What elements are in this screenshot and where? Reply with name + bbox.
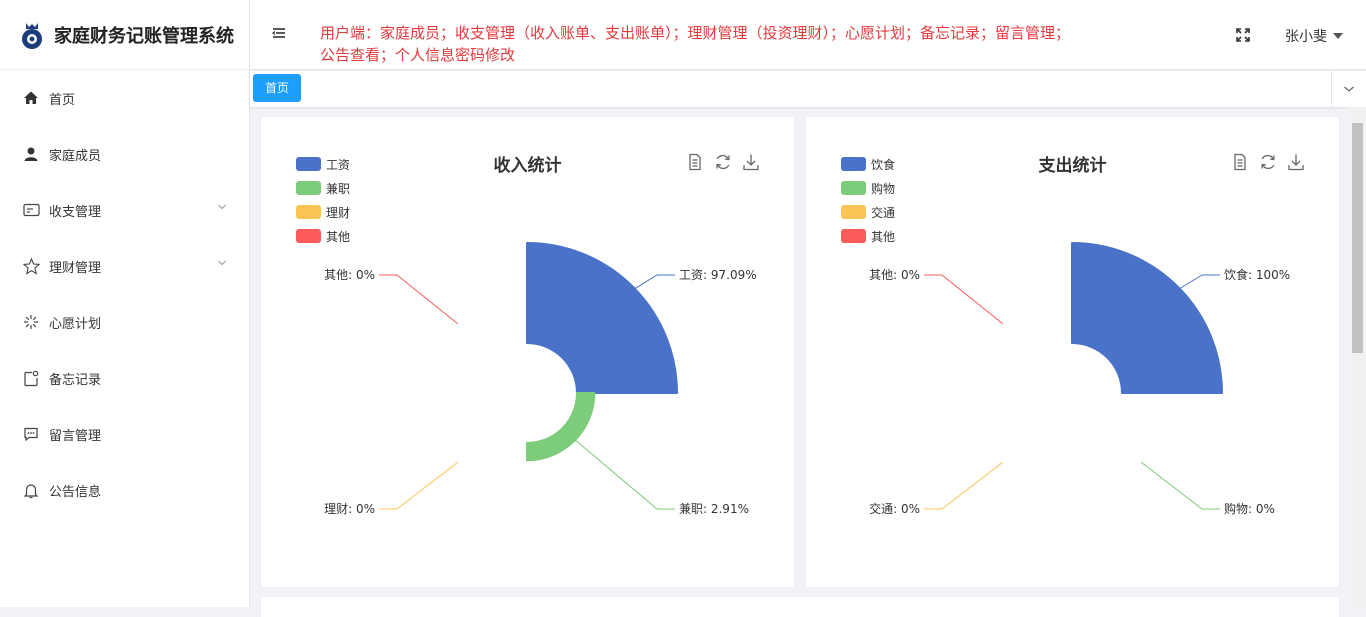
bell-icon: [22, 481, 40, 499]
sidebar-item-label: 留言管理: [49, 428, 102, 444]
legend-swatch: [296, 181, 321, 195]
wallet-icon: [22, 201, 40, 219]
sidebar-item-label: 备忘记录: [49, 372, 102, 388]
label-line: [924, 461, 1004, 510]
sidebar-item-label: 首页: [49, 92, 76, 108]
legend-label: 其他: [326, 229, 351, 244]
user-icon: [22, 145, 40, 163]
sidebar-item-income-expense[interactable]: 收支管理: [0, 182, 249, 238]
user-menu[interactable]: 张小斐: [1285, 26, 1343, 46]
legend-label: 交通: [871, 205, 896, 220]
notice-line-2: 公告查看；个人信息密码修改: [320, 46, 516, 64]
refresh-icon[interactable]: [714, 153, 732, 171]
sidebar-item-label: 收支管理: [49, 204, 102, 220]
scrollbar[interactable]: [1350, 107, 1366, 607]
sidebar-item-label: 公告信息: [49, 484, 102, 500]
download-icon[interactable]: [742, 153, 760, 171]
refresh-icon[interactable]: [1259, 153, 1277, 171]
app-title: 家庭财务记账管理系统: [54, 25, 234, 47]
tab-home[interactable]: 首页: [253, 74, 302, 102]
label-line: [567, 433, 675, 510]
top-header: 用户端：家庭成员；收支管理（收入账单、支出账单）；理财管理（投资理财）；心愿计划…: [250, 0, 1366, 70]
pie-slice[interactable]: [1071, 242, 1223, 394]
chevron-down-icon: [218, 204, 226, 210]
legend-item[interactable]: 购物: [841, 176, 895, 200]
sidebar-item-wish-plan[interactable]: 心愿计划: [0, 294, 249, 350]
legend-item[interactable]: 兼职: [296, 176, 350, 200]
slice-label: 理财: 0%: [324, 502, 375, 516]
chart-toolbox: [1231, 153, 1305, 171]
legend-swatch: [841, 205, 866, 219]
legend-swatch: [841, 229, 866, 243]
sidebar-item-label: 心愿计划: [49, 316, 102, 332]
legend-swatch: [841, 181, 866, 195]
tabs-bar: 首页: [250, 71, 1366, 107]
label-line: [924, 274, 1004, 325]
sidebar-item-label: 理财管理: [49, 260, 102, 276]
legend-swatch: [296, 229, 321, 243]
slice-label: 其他: 0%: [869, 268, 920, 282]
scroll-thumb[interactable]: [1352, 123, 1363, 353]
caret-down-icon: [1333, 33, 1343, 39]
logo-bar: 家庭财务记账管理系统: [0, 0, 249, 70]
sidebar: 家庭财务记账管理系统 首页 家庭成员 收支管理 理财管理 心愿计划 备忘记录 留…: [0, 0, 250, 607]
sidebar-item-memo[interactable]: 备忘记录: [0, 350, 249, 406]
message-icon: [22, 425, 40, 443]
chart-toolbox: [686, 153, 760, 171]
note-icon: [22, 369, 40, 387]
legend-item[interactable]: 其他: [296, 224, 350, 248]
expense-chart-card: 饮食: 100% 购物: 0% 交通: 0% 其他: 0% 饮食 购物 交通 其他 支出统计: [806, 117, 1339, 587]
username: 张小斐: [1285, 29, 1327, 45]
label-line: [379, 461, 459, 510]
legend-item[interactable]: 交通: [841, 200, 895, 224]
logo-icon: [22, 22, 42, 49]
download-icon[interactable]: [1287, 153, 1305, 171]
pie-slice[interactable]: [526, 242, 678, 394]
sidebar-item-finance[interactable]: 理财管理: [0, 238, 249, 294]
header-notice: 用户端：家庭成员；收支管理（收入账单、支出账单）；理财管理（投资理财）；心愿计划…: [320, 22, 1150, 66]
label-line: [1140, 461, 1220, 510]
main-content: 工资: 97.09% 兼职: 2.91% 理财: 0% 其他: 0% 工资 兼职 理财 其他…: [250, 107, 1350, 617]
sidebar-item-label: 家庭成员: [49, 148, 102, 164]
tabs-dropdown[interactable]: [1331, 71, 1366, 107]
legend-label: 理财: [326, 205, 351, 220]
data-view-icon[interactable]: [1231, 153, 1249, 171]
slice-label: 交通: 0%: [869, 501, 920, 516]
legend-item[interactable]: 其他: [841, 224, 895, 248]
fullscreen-icon[interactable]: [1236, 28, 1250, 42]
home-icon: [22, 89, 40, 107]
chevron-down-icon: [218, 260, 226, 266]
next-card: [261, 597, 1339, 617]
menu-toggle-icon[interactable]: [272, 26, 286, 40]
slice-label: 工资: 97.09%: [679, 268, 757, 282]
pie-slice[interactable]: [526, 392, 596, 462]
sidebar-item-family-members[interactable]: 家庭成员: [0, 126, 249, 182]
chevron-down-icon: [1344, 86, 1354, 92]
star-icon: [22, 257, 40, 275]
slice-label: 其他: 0%: [324, 268, 375, 282]
sidebar-item-home[interactable]: 首页: [0, 70, 249, 126]
slice-label: 购物: 0%: [1224, 501, 1275, 516]
legend-swatch: [296, 205, 321, 219]
income-chart-card: 工资: 97.09% 兼职: 2.91% 理财: 0% 其他: 0% 工资 兼职 理财 其他…: [261, 117, 794, 587]
label-line: [379, 274, 459, 325]
sidebar-menu: 首页 家庭成员 收支管理 理财管理 心愿计划 备忘记录 留言管理 公告信息: [0, 70, 249, 518]
notice-line-1: 用户端：家庭成员；收支管理（收入账单、支出账单）；理财管理（投资理财）；心愿计划…: [320, 24, 1071, 42]
loading-icon: [22, 313, 40, 331]
legend-label: 其他: [871, 229, 896, 244]
sidebar-item-announcements[interactable]: 公告信息: [0, 462, 249, 518]
slice-label: 饮食: 100%: [1224, 267, 1290, 282]
data-view-icon[interactable]: [686, 153, 704, 171]
legend-item[interactable]: 理财: [296, 200, 350, 224]
legend-label: 购物: [871, 181, 896, 196]
legend-label: 兼职: [326, 181, 351, 196]
sidebar-item-messages[interactable]: 留言管理: [0, 406, 249, 462]
slice-label: 兼职: 2.91%: [679, 502, 749, 516]
